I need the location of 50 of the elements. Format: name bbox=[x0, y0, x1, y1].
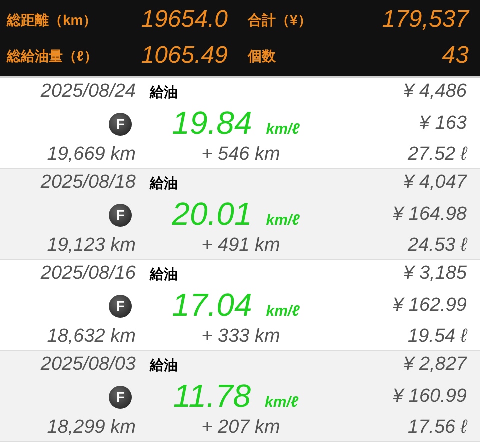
fuel-volume: 17.56 ℓ bbox=[407, 416, 469, 440]
fuel-badge-icon: F bbox=[109, 294, 132, 318]
efficiency-unit: km/ℓ bbox=[266, 210, 300, 231]
summary-label: 総給油量（ℓ） bbox=[7, 46, 98, 66]
summary-value: 179,537 bbox=[382, 5, 469, 35]
summary-label: 総距離（km） bbox=[7, 10, 98, 30]
unit-price: ¥ 160.99 bbox=[392, 384, 468, 409]
fuel-entry-row[interactable]: 2025/08/18 給油 ¥ 4,047 F 20.01 km/ℓ ¥ 164.98 19,123 km + 491 km 24.53 ℓ bbox=[0, 169, 480, 260]
distance-traveled: + 207 km bbox=[200, 416, 282, 440]
entry-date: 2025/08/24 bbox=[40, 80, 136, 104]
fuel-efficiency: 17.04 bbox=[172, 288, 252, 321]
unit-price: ¥ 164.98 bbox=[392, 202, 468, 227]
summary-label: 合計（¥） bbox=[248, 10, 312, 30]
summary-value: 1065.49 bbox=[141, 41, 228, 71]
fuel-efficiency: 20.01 bbox=[172, 198, 252, 230]
entry-date: 2025/08/16 bbox=[40, 262, 136, 286]
entry-total: ¥ 2,827 bbox=[402, 352, 468, 377]
fuel-efficiency: 11.78 bbox=[173, 380, 252, 412]
odometer-reading: 19,669 km bbox=[46, 142, 136, 167]
odometer-reading: 18,299 km bbox=[46, 416, 136, 440]
summary-label: 個数 bbox=[248, 46, 276, 66]
distance-traveled: + 333 km bbox=[200, 324, 282, 349]
odometer-reading: 19,123 km bbox=[46, 234, 136, 258]
entry-total: ¥ 3,185 bbox=[402, 262, 468, 286]
fuel-badge-icon: F bbox=[109, 204, 132, 226]
distance-traveled: + 546 km bbox=[200, 142, 282, 167]
fuel-badge-icon: F bbox=[109, 386, 132, 408]
unit-price: ¥ 162.99 bbox=[392, 294, 468, 318]
distance-traveled: + 491 km bbox=[200, 234, 282, 258]
entry-total: ¥ 4,486 bbox=[402, 80, 468, 104]
entry-type: 給油 bbox=[148, 264, 179, 284]
efficiency-unit: km/ℓ bbox=[266, 120, 300, 140]
efficiency-unit: km/ℓ bbox=[265, 392, 299, 413]
entry-type: 給油 bbox=[148, 174, 179, 192]
fuel-volume: 27.52 ℓ bbox=[407, 142, 469, 167]
summary-value: 19654.0 bbox=[141, 5, 228, 35]
entry-total: ¥ 4,047 bbox=[402, 170, 468, 195]
fuel-badge-icon: F bbox=[109, 112, 132, 136]
fuel-volume: 24.53 ℓ bbox=[407, 234, 469, 258]
summary-value: 43 bbox=[442, 41, 469, 71]
entry-type: 給油 bbox=[148, 82, 179, 102]
fuel-efficiency: 19.84 bbox=[172, 106, 252, 139]
unit-price: ¥ 163 bbox=[418, 112, 468, 136]
efficiency-unit: km/ℓ bbox=[266, 302, 300, 322]
fuel-entry-row[interactable]: 2025/08/03 給油 ¥ 2,827 F 11.78 km/ℓ ¥ 160.99 18,299 km + 207 km 17.56 ℓ bbox=[0, 351, 480, 442]
fuel-volume: 19.54 ℓ bbox=[407, 324, 469, 349]
entry-type: 給油 bbox=[148, 356, 179, 374]
entry-date: 2025/08/03 bbox=[40, 352, 136, 377]
entry-date: 2025/08/18 bbox=[40, 170, 136, 195]
odometer-reading: 18,632 km bbox=[46, 324, 136, 349]
